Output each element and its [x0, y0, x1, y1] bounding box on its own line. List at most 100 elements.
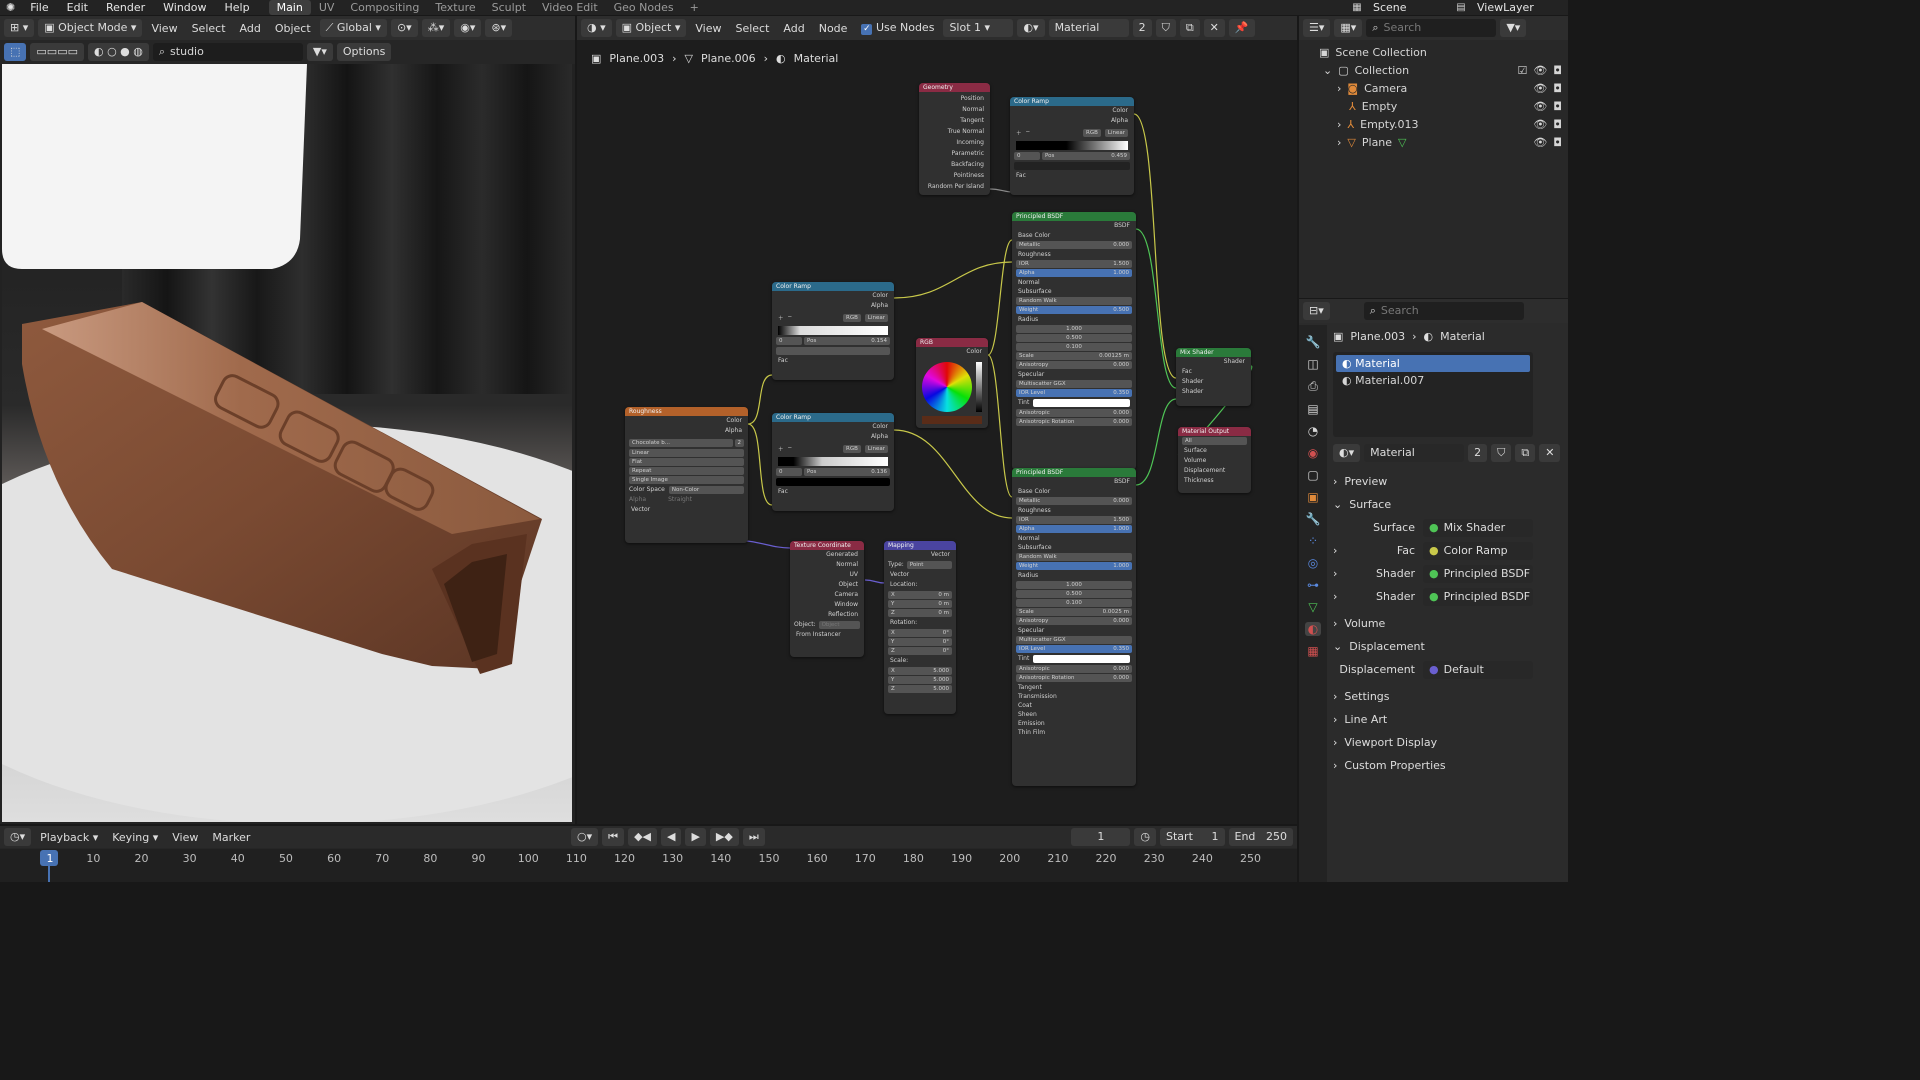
interpolation-select[interactable]: Linear [629, 449, 744, 457]
selection-mode-buttons[interactable]: ▭▭▭▭ [30, 43, 84, 61]
bsdf-field-radius[interactable]: 0.100 [1016, 599, 1132, 607]
jump-start-button[interactable]: ⏮ [602, 828, 625, 846]
options-button[interactable]: Options [336, 43, 392, 61]
mix-shader-node[interactable]: Mix Shader Shader Fac Shader Shader [1176, 348, 1251, 406]
socket-reflection[interactable]: Reflection [790, 610, 864, 620]
ramp-color-swatch[interactable] [776, 347, 890, 355]
socket-thickness[interactable]: Thickness [1178, 476, 1251, 486]
socket-volume[interactable]: Volume [1178, 456, 1251, 466]
source-select[interactable]: Single Image [629, 476, 744, 484]
start-frame-field[interactable]: Start 1 [1160, 828, 1225, 846]
ramp-color-swatch[interactable] [1014, 162, 1130, 170]
section-preview[interactable]: › Preview [1333, 470, 1563, 493]
bsdf-socket-normal[interactable]: Normal [1012, 534, 1136, 543]
bsdf-select[interactable]: Multiscatter GGX [1016, 636, 1132, 644]
properties-search[interactable]: ⌕ Search [1363, 302, 1524, 320]
ramp-color-swatch[interactable] [776, 478, 890, 486]
filter-icon[interactable]: ▼▾ [1500, 19, 1527, 37]
tab-texture[interactable]: Texture [427, 0, 483, 15]
marker-menu[interactable]: Marker [207, 831, 255, 844]
socket-alpha[interactable]: Alpha [1010, 116, 1134, 126]
socket-generated[interactable]: Generated [790, 550, 864, 560]
viewport-search[interactable]: ⌕ studio [152, 43, 303, 61]
data-tab-icon[interactable]: ▽ [1308, 600, 1317, 614]
render-tab-icon[interactable]: ◫ [1307, 357, 1318, 371]
extension-select[interactable]: Repeat [629, 467, 744, 475]
socket-alpha[interactable]: Alpha [772, 301, 894, 311]
ramp-gradient[interactable] [1016, 141, 1128, 150]
world-tab-icon[interactable]: ◉ [1308, 446, 1318, 460]
ramp-gradient[interactable] [778, 457, 888, 466]
gizmo-button[interactable]: ⊛▾ [485, 19, 513, 37]
section-volume[interactable]: › Volume [1333, 612, 1563, 635]
outliner-item-empty-013[interactable]: › ⅄ Empty.013 👁 ◘ [1305, 115, 1562, 133]
bsdf-socket-emission[interactable]: Emission [1012, 719, 1136, 728]
node-menu-view[interactable]: View [690, 22, 726, 35]
eye-icon[interactable]: 👁 [1533, 136, 1547, 149]
socket-fac[interactable]: Fac [772, 356, 894, 366]
section-settings[interactable]: › Settings [1333, 685, 1563, 708]
properties-type-button[interactable]: ⊟▾ [1303, 302, 1330, 320]
socket-vector[interactable]: Vector [625, 505, 748, 515]
menu-help[interactable]: Help [216, 0, 259, 15]
remove-stop-icon[interactable]: − [788, 445, 793, 453]
slot-select[interactable]: Slot 1 ▾ [943, 19, 1014, 37]
color-ramp-mid-node[interactable]: Color Ramp Color Alpha ＋ − RGB Linear 0 Pos… [772, 282, 894, 380]
end-frame-field[interactable]: End 250 [1228, 828, 1293, 846]
tint-swatch[interactable] [1033, 655, 1130, 663]
bsdf-socket-base-color[interactable]: Base Color [1012, 487, 1136, 496]
section-custom-properties[interactable]: › Custom Properties [1333, 754, 1563, 777]
node-menu-select[interactable]: Select [730, 22, 774, 35]
tab-compositing[interactable]: Compositing [342, 0, 427, 15]
ramp-pos-field[interactable]: Pos 0.136 [804, 468, 890, 476]
select-box-tool[interactable]: ⬚ [4, 43, 27, 61]
bsdf-field-metallic[interactable]: Metallic 0.000 [1016, 241, 1132, 249]
material-name-field[interactable]: Material [1364, 443, 1465, 462]
bsdf-field-ior-level[interactable]: IOR Level 0.350 [1016, 645, 1132, 653]
color-space-select[interactable]: Non-Color [668, 486, 744, 494]
shader-a-field[interactable]: ● Principled BSDF [1423, 564, 1533, 583]
socket-displacement[interactable]: Displacement [1178, 466, 1251, 476]
bsdf-field-anisotropy[interactable]: Anisotropy 0.000 [1016, 361, 1132, 369]
slot-material[interactable]: ◐ Material [1336, 355, 1530, 372]
socket-uv[interactable]: UV [790, 570, 864, 580]
socket-color[interactable]: Color [916, 347, 988, 357]
rotation-z[interactable]: Z 0° [888, 647, 952, 655]
shader-b-field[interactable]: ● Principled BSDF [1423, 587, 1533, 606]
menu-file[interactable]: File [21, 0, 57, 15]
camera-restrict-icon[interactable]: ◘ [1553, 118, 1562, 131]
ramp-interp[interactable]: Linear [864, 445, 888, 453]
add-stop-icon[interactable]: ＋ [778, 314, 784, 322]
proportional-button[interactable]: ◉▾ [454, 19, 482, 37]
timeline-type-button[interactable]: ◷▾ [4, 828, 32, 846]
rgb-node[interactable]: RGB Color [916, 338, 988, 428]
prev-keyframe-button[interactable]: ◆◀ [628, 828, 657, 846]
clock-icon[interactable]: ◷ [1134, 828, 1157, 846]
current-frame-field[interactable]: 1 [1071, 828, 1131, 846]
ramp-mode[interactable]: RGB [843, 445, 861, 453]
tool-tab-icon[interactable]: 🔧 [1306, 335, 1321, 349]
material-users[interactable]: 2 [1468, 443, 1488, 462]
scale-y[interactable]: Y 5.000 [888, 676, 952, 684]
socket-surface[interactable]: Surface [1178, 446, 1251, 456]
texture-tab-icon[interactable]: ▦ [1307, 644, 1318, 658]
menu-view[interactable]: View [146, 22, 182, 35]
socket-object[interactable]: Object [790, 580, 864, 590]
output-tab-icon[interactable]: ⎙ [1308, 379, 1318, 394]
tab-uv[interactable]: UV [311, 0, 343, 15]
socket-position[interactable]: Position [919, 93, 990, 104]
unlink-button[interactable]: ✕ [1539, 443, 1561, 462]
bsdf-field-alpha[interactable]: Alpha 1.000 [1016, 525, 1132, 533]
scene-selector[interactable]: Scene [1364, 0, 1454, 15]
material-browse-button[interactable]: ◐▾ [1017, 19, 1045, 37]
bsdf-field-anisotropic-rotation[interactable]: Anisotropic Rotation 0.000 [1016, 418, 1132, 426]
node-menu-add[interactable]: Add [778, 22, 809, 35]
blender-logo-icon[interactable]: ✺ [0, 0, 21, 15]
socket-window[interactable]: Window [790, 600, 864, 610]
material-browse-button[interactable]: ◐▾ [1333, 443, 1361, 462]
location-x[interactable]: X0 m [888, 591, 952, 599]
menu-render[interactable]: Render [97, 0, 154, 15]
scale-x[interactable]: X 5.000 [888, 667, 952, 675]
checkbox-icon[interactable]: ☑ [1517, 64, 1527, 77]
outliner-type-button[interactable]: ☰▾ [1303, 19, 1331, 37]
